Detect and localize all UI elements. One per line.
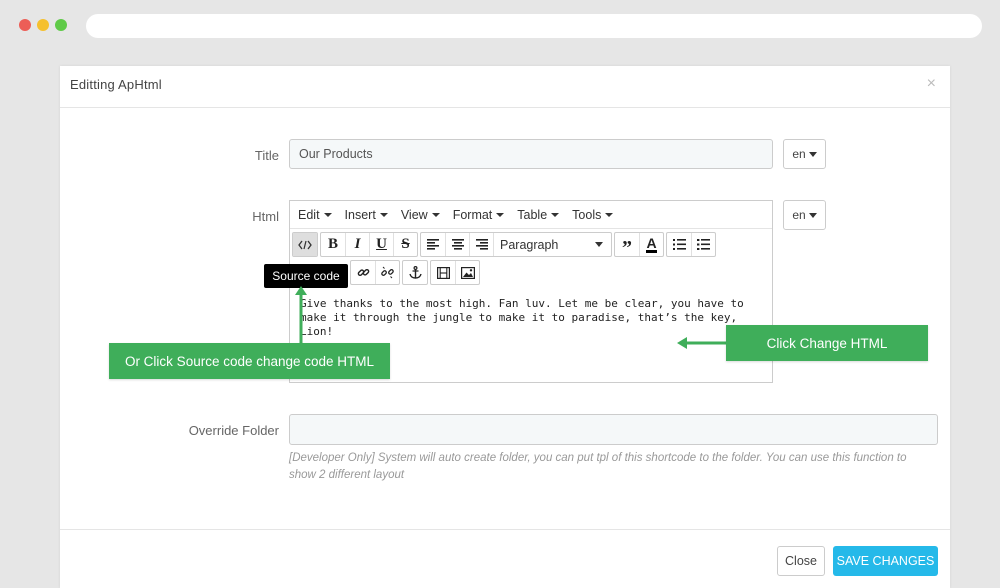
chevron-down-icon	[551, 212, 560, 217]
unlink-button[interactable]	[375, 261, 399, 284]
toolbar-group-lists	[666, 232, 716, 257]
html-label: Html	[252, 209, 279, 224]
anchor-button[interactable]	[403, 261, 427, 284]
chevron-down-icon	[431, 212, 440, 217]
chevron-down-icon	[595, 242, 603, 247]
blockquote-button[interactable]: ”	[615, 233, 639, 259]
text-color-button[interactable]: A	[639, 233, 663, 256]
media-button[interactable]	[431, 261, 455, 284]
numbered-list-button[interactable]	[691, 233, 715, 256]
change-html-annotation: Click Change HTML	[726, 325, 928, 361]
toolbar-group-quote: ” A	[614, 232, 664, 259]
menu-view-label: View	[400, 207, 428, 222]
modal-header: Editting ApHtml ×	[60, 66, 950, 108]
align-right-button[interactable]	[469, 233, 493, 256]
toolbar-group-source	[292, 232, 318, 257]
underline-button[interactable]: U	[369, 233, 393, 256]
menu-table-label: Table	[517, 207, 548, 222]
text-color-icon: A	[646, 235, 657, 253]
edit-modal: Editting ApHtml × Title Our Products en …	[60, 66, 950, 588]
modal-footer: Close SAVE CHANGES	[60, 529, 950, 588]
left-arrow-icon	[677, 337, 727, 349]
menu-insert[interactable]: Insert	[345, 208, 388, 222]
title-input[interactable]: Our Products	[289, 139, 773, 169]
editor-toolbar-row-2	[350, 260, 482, 285]
menu-edit[interactable]: Edit	[298, 208, 332, 222]
override-folder-label: Override Folder	[188, 423, 279, 438]
save-changes-button[interactable]: SAVE CHANGES	[833, 546, 938, 576]
window-close-dot[interactable]	[19, 19, 31, 31]
menu-format[interactable]: Format	[453, 208, 505, 222]
title-language-dropdown[interactable]: en	[783, 139, 826, 169]
menu-view[interactable]: View	[401, 208, 440, 222]
anchor-icon	[408, 266, 422, 279]
menu-format-label: Format	[452, 207, 493, 222]
bold-button[interactable]: B	[321, 233, 345, 256]
browser-chrome	[0, 0, 1000, 52]
link-button[interactable]	[351, 261, 375, 284]
image-icon	[460, 266, 475, 279]
align-center-icon	[451, 239, 464, 250]
source-code-tooltip: Source code	[264, 264, 348, 288]
bold-icon: B	[327, 236, 338, 252]
source-code-annotation: Or Click Source code change code HTML	[109, 343, 390, 379]
image-button[interactable]	[455, 261, 479, 284]
title-label: Title	[254, 148, 279, 163]
toolbar-group-anchor	[402, 260, 428, 285]
chevron-down-icon	[808, 212, 817, 218]
override-folder-input[interactable]	[289, 414, 938, 445]
override-folder-hint: [Developer Only] System will auto create…	[289, 452, 907, 481]
toolbar-group-format: B I U S	[320, 232, 418, 257]
html-language-dropdown[interactable]: en	[783, 200, 826, 230]
title-language-label: en	[792, 147, 806, 161]
chevron-down-icon	[379, 212, 388, 217]
italic-button[interactable]: I	[345, 233, 369, 256]
bullet-list-button[interactable]	[667, 233, 691, 256]
source-code-icon	[298, 240, 312, 249]
toolbar-group-media	[430, 260, 480, 285]
modal-title: Editting ApHtml	[70, 77, 162, 92]
editor-toolbar-row-1: B I U S Paragraph ” A	[292, 232, 718, 259]
block-format-label: Paragraph	[500, 237, 559, 252]
editor-content[interactable]: Give thanks to the most high. Fan luv. L…	[300, 297, 760, 339]
align-right-icon	[475, 239, 488, 250]
close-button[interactable]: Close	[777, 546, 825, 576]
chevron-down-icon	[605, 212, 614, 217]
menu-tools[interactable]: Tools	[572, 207, 614, 222]
bullet-list-icon	[672, 239, 686, 250]
align-left-icon	[427, 239, 439, 250]
chevron-down-icon	[496, 212, 505, 217]
align-left-button[interactable]	[421, 233, 445, 256]
link-icon	[357, 268, 369, 277]
source-code-button[interactable]	[293, 233, 317, 256]
address-bar[interactable]	[86, 14, 982, 38]
chevron-down-icon	[323, 212, 332, 217]
menu-table[interactable]: Table	[517, 207, 560, 222]
unlink-icon	[381, 266, 394, 279]
menu-tools-label: Tools	[572, 207, 602, 222]
media-icon	[436, 266, 450, 279]
underline-icon: U	[376, 236, 387, 252]
toolbar-group-links	[350, 260, 400, 285]
toolbar-group-align: Paragraph	[420, 232, 612, 257]
italic-icon: I	[354, 236, 361, 252]
numbered-list-icon	[697, 239, 710, 250]
editor-menubar: Edit Insert View Format Table Tools	[290, 201, 772, 229]
window-minimize-dot[interactable]	[37, 19, 49, 31]
window-maximize-dot[interactable]	[55, 19, 67, 31]
align-center-button[interactable]	[445, 233, 469, 256]
chevron-down-icon	[808, 151, 817, 157]
menu-insert-label: Insert	[344, 207, 376, 222]
strikethrough-button[interactable]: S	[393, 233, 417, 256]
html-language-label: en	[792, 208, 806, 222]
menu-edit-label: Edit	[298, 207, 320, 222]
blockquote-icon: ”	[622, 236, 632, 259]
close-icon[interactable]: ×	[927, 75, 936, 93]
strikethrough-icon: S	[401, 236, 410, 252]
up-arrow-icon	[295, 286, 307, 346]
block-format-select[interactable]: Paragraph	[493, 233, 611, 256]
